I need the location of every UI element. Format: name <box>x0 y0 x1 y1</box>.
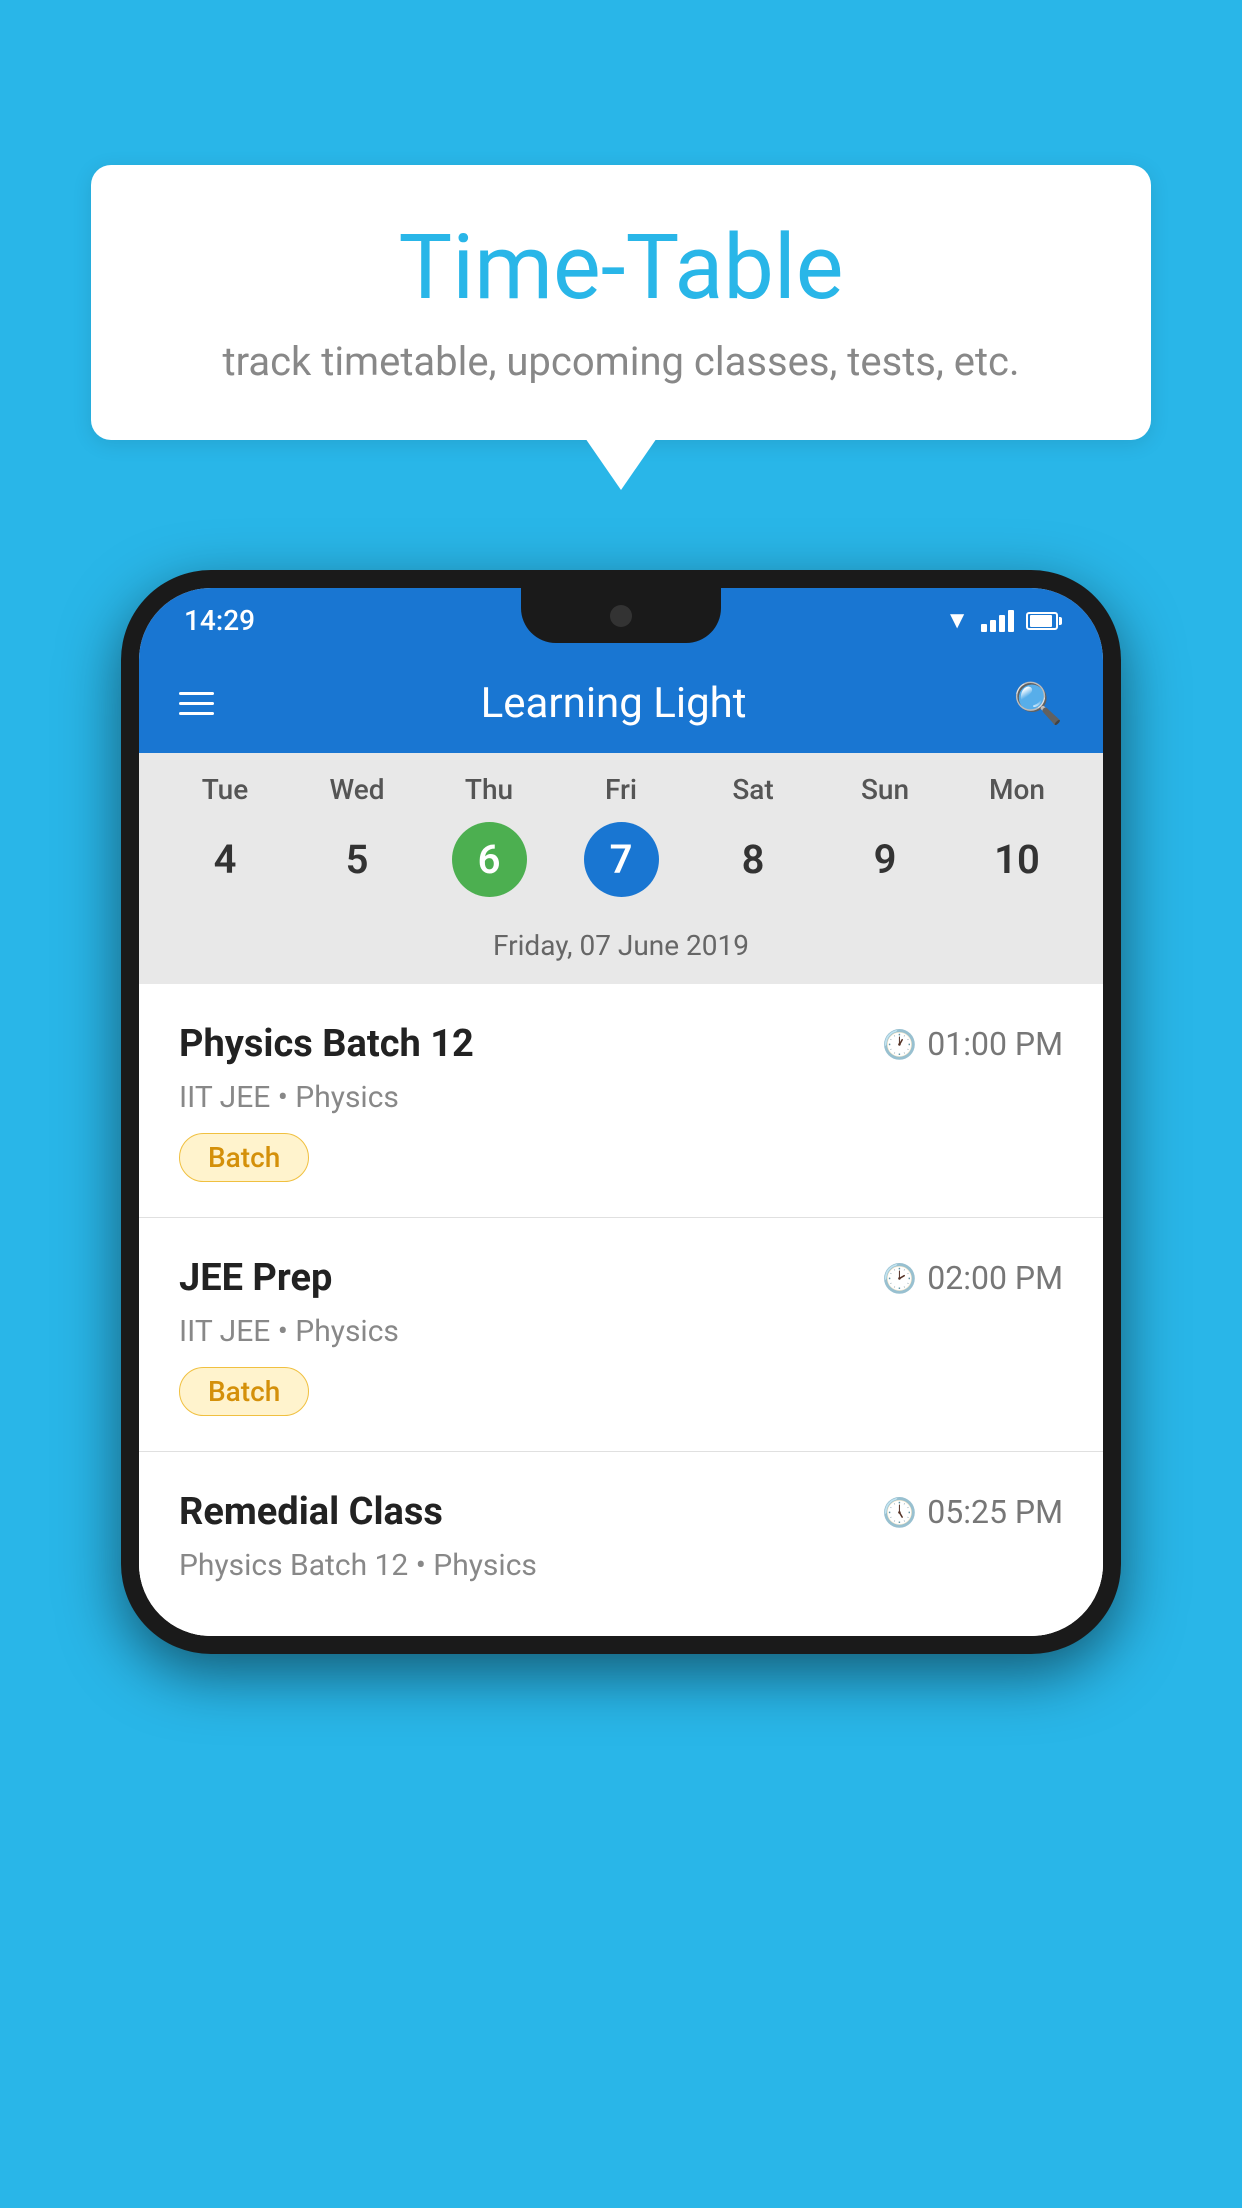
dates-row: 4 5 6 7 8 9 10 <box>139 814 1103 917</box>
batch-badge-1: Batch <box>179 1133 309 1182</box>
schedule-item-1[interactable]: Physics Batch 12 🕐 01:00 PM IIT JEE • Ph… <box>139 984 1103 1218</box>
wifi-icon: ▼ <box>945 606 969 635</box>
phone-screen: 14:29 ▼ <box>139 588 1103 1636</box>
schedule-time-2: 🕑 02:00 PM <box>882 1259 1063 1297</box>
schedule-list: Physics Batch 12 🕐 01:00 PM IIT JEE • Ph… <box>139 984 1103 1636</box>
date-6-today[interactable]: 6 <box>452 822 527 897</box>
signal-icon <box>981 610 1014 632</box>
camera-dot <box>610 605 632 627</box>
date-5[interactable]: 5 <box>291 822 423 897</box>
clock-icon-3: 🕔 <box>882 1496 917 1529</box>
schedule-item-header-2: JEE Prep 🕑 02:00 PM <box>179 1256 1063 1300</box>
clock-icon-2: 🕑 <box>882 1262 917 1295</box>
date-8[interactable]: 8 <box>687 822 819 897</box>
speech-bubble: Time-Table track timetable, upcoming cla… <box>91 165 1151 440</box>
date-7-selected[interactable]: 7 <box>584 822 659 897</box>
battery-icon <box>1026 612 1058 630</box>
date-4[interactable]: 4 <box>159 822 291 897</box>
schedule-sub-2: IIT JEE • Physics <box>179 1314 1063 1349</box>
schedule-item-2[interactable]: JEE Prep 🕑 02:00 PM IIT JEE • Physics Ba… <box>139 1218 1103 1452</box>
schedule-sub-1: IIT JEE • Physics <box>179 1080 1063 1115</box>
day-wed: Wed <box>291 773 423 806</box>
schedule-item-3[interactable]: Remedial Class 🕔 05:25 PM Physics Batch … <box>139 1452 1103 1636</box>
day-fri: Fri <box>555 773 687 806</box>
day-mon: Mon <box>951 773 1083 806</box>
schedule-sub-3: Physics Batch 12 • Physics <box>179 1548 1063 1583</box>
schedule-item-header-3: Remedial Class 🕔 05:25 PM <box>179 1490 1063 1534</box>
phone-frame: 14:29 ▼ <box>121 570 1121 1654</box>
phone-wrapper: 14:29 ▼ <box>121 570 1121 1654</box>
day-sat: Sat <box>687 773 819 806</box>
day-tue: Tue <box>159 773 291 806</box>
schedule-title-1: Physics Batch 12 <box>179 1022 474 1066</box>
date-10[interactable]: 10 <box>951 822 1083 897</box>
batch-badge-2: Batch <box>179 1367 309 1416</box>
schedule-title-2: JEE Prep <box>179 1256 332 1300</box>
app-bar: Learning Light 🔍 <box>139 653 1103 753</box>
day-thu: Thu <box>423 773 555 806</box>
calendar-section: Tue Wed Thu Fri Sat Sun Mon 4 5 6 7 8 9 … <box>139 753 1103 984</box>
app-title: Learning Light <box>481 679 747 728</box>
phone-notch <box>521 588 721 643</box>
search-button[interactable]: 🔍 <box>1013 680 1063 727</box>
schedule-time-1: 🕐 01:00 PM <box>882 1025 1063 1063</box>
hamburger-menu-button[interactable] <box>179 692 214 715</box>
status-time: 14:29 <box>184 604 255 637</box>
schedule-item-header-1: Physics Batch 12 🕐 01:00 PM <box>179 1022 1063 1066</box>
day-sun: Sun <box>819 773 951 806</box>
date-9[interactable]: 9 <box>819 822 951 897</box>
status-icons: ▼ <box>945 606 1058 635</box>
selected-date-label: Friday, 07 June 2019 <box>139 917 1103 984</box>
bubble-subtitle: track timetable, upcoming classes, tests… <box>151 338 1091 385</box>
bubble-title: Time-Table <box>151 215 1091 320</box>
days-header: Tue Wed Thu Fri Sat Sun Mon <box>139 753 1103 814</box>
clock-icon-1: 🕐 <box>882 1028 917 1061</box>
schedule-title-3: Remedial Class <box>179 1490 443 1534</box>
schedule-time-3: 🕔 05:25 PM <box>882 1493 1063 1531</box>
